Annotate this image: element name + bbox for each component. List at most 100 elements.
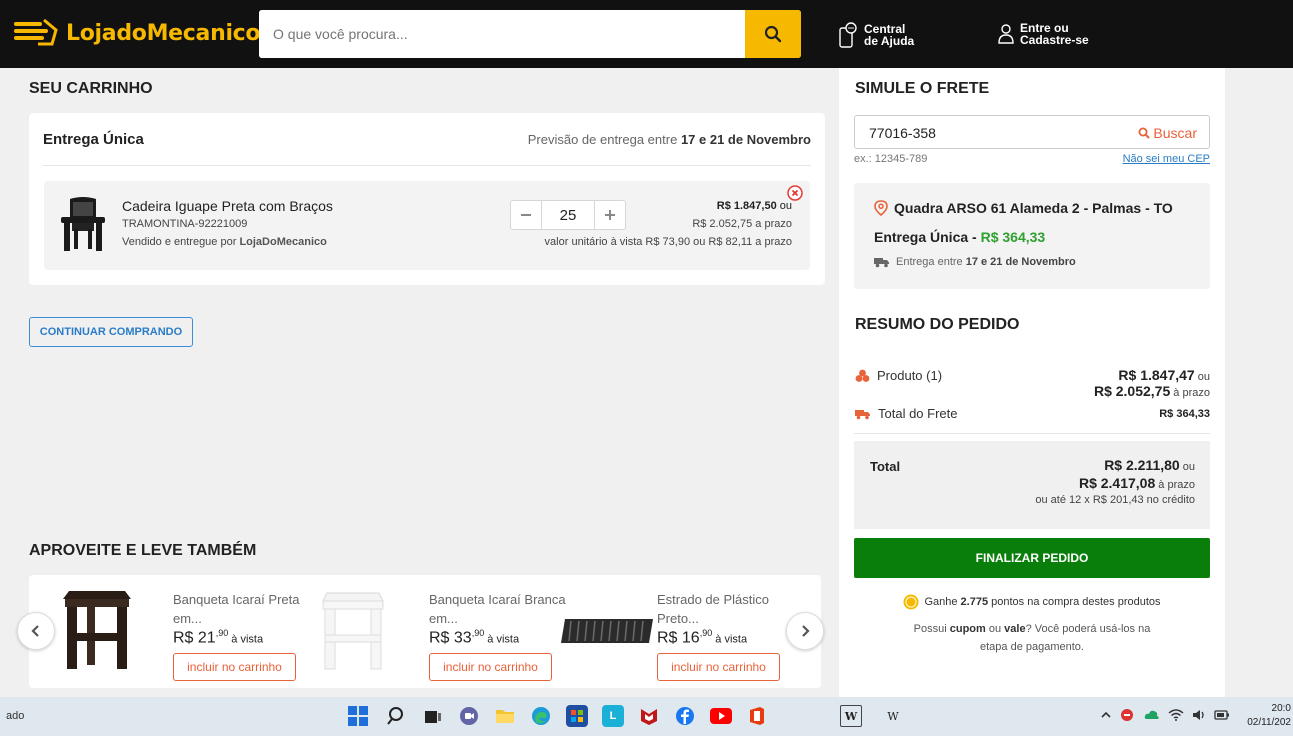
file-explorer-icon[interactable] (494, 705, 516, 727)
shipping-address: Quadra ARSO 61 Alameda 2 - Palmas - TO (874, 200, 1173, 216)
item-price-cash: R$ 1.847,50 ou (717, 200, 792, 212)
youtube-icon[interactable] (710, 705, 732, 727)
tray-cloud-icon[interactable] (1144, 708, 1160, 725)
summary-product-price: R$ 1.847,47 ou R$ 2.052,75 à prazo (1094, 367, 1210, 399)
help-center-link[interactable]: Central de Ajuda (838, 22, 914, 48)
edge-browser-icon[interactable] (530, 705, 552, 727)
search-button[interactable] (745, 10, 801, 58)
product-image-plastic-pallet[interactable] (559, 583, 659, 673)
wikipedia-icon[interactable]: W (840, 705, 862, 727)
rec-item: Banqueta Icaraí Preta em... R$ 21,90 à v… (57, 575, 313, 688)
product-image-black-stool[interactable] (57, 583, 157, 673)
shipping-title: SIMULE O FRETE (855, 80, 990, 97)
product-installment: R$ 2.052,75 (1093, 383, 1171, 399)
rec-product-price: R$ 16,90 à vista (657, 628, 747, 647)
add-to-cart-button[interactable]: incluir no carrinho (173, 653, 296, 681)
item-price-installment: R$ 2.052,75 a prazo (692, 218, 792, 230)
add-to-cart-button[interactable]: incluir no carrinho (429, 653, 552, 681)
product-label: Produto (1) (877, 368, 943, 383)
shipping-option: Entrega Única - R$ 364,33 (874, 229, 1045, 245)
rec-product-name[interactable]: Estrado de Plástico Preto... (657, 590, 797, 628)
delivery-date-prefix: Entrega entre (896, 256, 966, 268)
cep-search-button[interactable]: Buscar (1138, 125, 1197, 141)
increase-quantity-button[interactable] (595, 201, 625, 229)
delivery-label: Entrega Única - (874, 229, 981, 245)
search-icon[interactable] (386, 705, 408, 727)
system-clock[interactable]: 20:0 02/11/202 (1247, 702, 1291, 730)
unknown-cep-link[interactable]: Não sei meu CEP (1123, 153, 1210, 165)
coupon-word: cupom (949, 623, 986, 635)
forecast-prefix: Previsão de entrega entre (527, 132, 681, 147)
rec-price-suffix: à vista (712, 633, 748, 646)
coin-icon (903, 594, 919, 610)
shipping-date: Entrega entre 17 e 21 de Novembro (874, 256, 1076, 268)
tray-app-icon[interactable] (1120, 708, 1134, 725)
tray-chevron-up-icon[interactable] (1100, 708, 1112, 724)
site-logo[interactable]: LojadoMecanico (14, 16, 261, 50)
plus-icon (605, 210, 615, 220)
volume-icon[interactable] (1192, 708, 1208, 725)
quantity-input[interactable]: 25 (541, 201, 595, 229)
logo-mark-icon (14, 16, 58, 50)
facebook-icon[interactable] (674, 705, 696, 727)
app-l-icon[interactable]: L (602, 705, 624, 727)
battery-icon[interactable] (1214, 708, 1230, 724)
finalize-order-button[interactable]: FINALIZAR PEDIDO (854, 538, 1210, 578)
product-cash-suffix: ou (1194, 371, 1210, 383)
freight-label: Total do Frete (878, 406, 958, 421)
rec-product-name[interactable]: Banqueta Icaraí Preta em... (173, 590, 313, 628)
carousel-prev-button[interactable] (17, 612, 55, 650)
wikipedia-icon[interactable]: W (882, 705, 904, 727)
rec-price-suffix: à vista (484, 633, 520, 646)
freight-value: R$ 364,33 (1159, 408, 1210, 420)
windows-start-icon[interactable] (347, 705, 369, 727)
total-cash-suffix: ou (1179, 461, 1195, 473)
seller-prefix: Vendido e entregue por (122, 236, 240, 248)
total-label: Total (870, 459, 901, 474)
search-input[interactable] (259, 10, 745, 58)
cart-item: Cadeira Iguape Preta com Braços TRAMONTI… (44, 181, 810, 270)
total-installment: R$ 2.417,08 (1078, 475, 1156, 491)
mcafee-icon[interactable] (638, 705, 660, 727)
product-image-chair[interactable] (58, 195, 108, 253)
total-installment-suffix: à prazo (1155, 479, 1195, 491)
points-prefix: Ganhe (924, 596, 961, 608)
product-installment-suffix: à prazo (1170, 387, 1210, 399)
rec-price-int: R$ 21 (173, 629, 216, 647)
rec-product-price: R$ 21,90 à vista (173, 628, 263, 647)
user-icon (998, 24, 1014, 44)
store-icon[interactable] (566, 705, 588, 727)
cep-example: ex.: 12345-789 (854, 153, 928, 165)
task-view-icon[interactable] (422, 705, 444, 727)
points-value: 2.775 (960, 596, 989, 608)
points-info: Ganhe 2.775 pontos na compra destes prod… (839, 594, 1225, 610)
product-name[interactable]: Cadeira Iguape Preta com Braços (122, 198, 333, 214)
coupon-text-2: ou (985, 623, 1005, 635)
truck-icon (874, 258, 889, 268)
decrease-quantity-button[interactable] (511, 201, 541, 229)
search-icon (1138, 127, 1151, 139)
office-icon[interactable] (746, 705, 768, 727)
continue-shopping-button[interactable]: CONTINUAR COMPRANDO (29, 317, 193, 347)
product-sku: TRAMONTINA-92221009 (122, 218, 248, 230)
delivery-dates: 17 e 21 de Novembro (965, 256, 1076, 268)
remove-item-button[interactable] (787, 185, 803, 201)
summary-freight-label: Total do Frete (855, 406, 958, 421)
divider (43, 165, 811, 166)
summary-product-label: Produto (1) (855, 368, 942, 383)
voucher-word: vale (1004, 623, 1026, 635)
product-image-white-stool[interactable] (313, 583, 413, 673)
quantity-stepper: 25 (510, 200, 626, 230)
cep-field[interactable]: 77016-358 Buscar (854, 115, 1210, 149)
delivery-price: R$ 364,33 (980, 229, 1046, 245)
login-link[interactable]: Entre ou Cadastre-se (998, 22, 1089, 46)
forecast-dates: 17 e 21 de Novembro (680, 132, 811, 147)
carousel-next-button[interactable] (786, 612, 824, 650)
price-cash-suffix: ou (776, 200, 792, 212)
rec-product-name[interactable]: Banqueta Icaraí Branca em... (429, 590, 569, 628)
teams-chat-icon[interactable] (458, 705, 480, 727)
wifi-icon[interactable] (1168, 708, 1184, 725)
add-to-cart-button[interactable]: incluir no carrinho (657, 653, 780, 681)
total-cash: R$ 2.211,80 (1104, 457, 1180, 473)
seller-name: LojaDoMecanico (239, 236, 327, 248)
